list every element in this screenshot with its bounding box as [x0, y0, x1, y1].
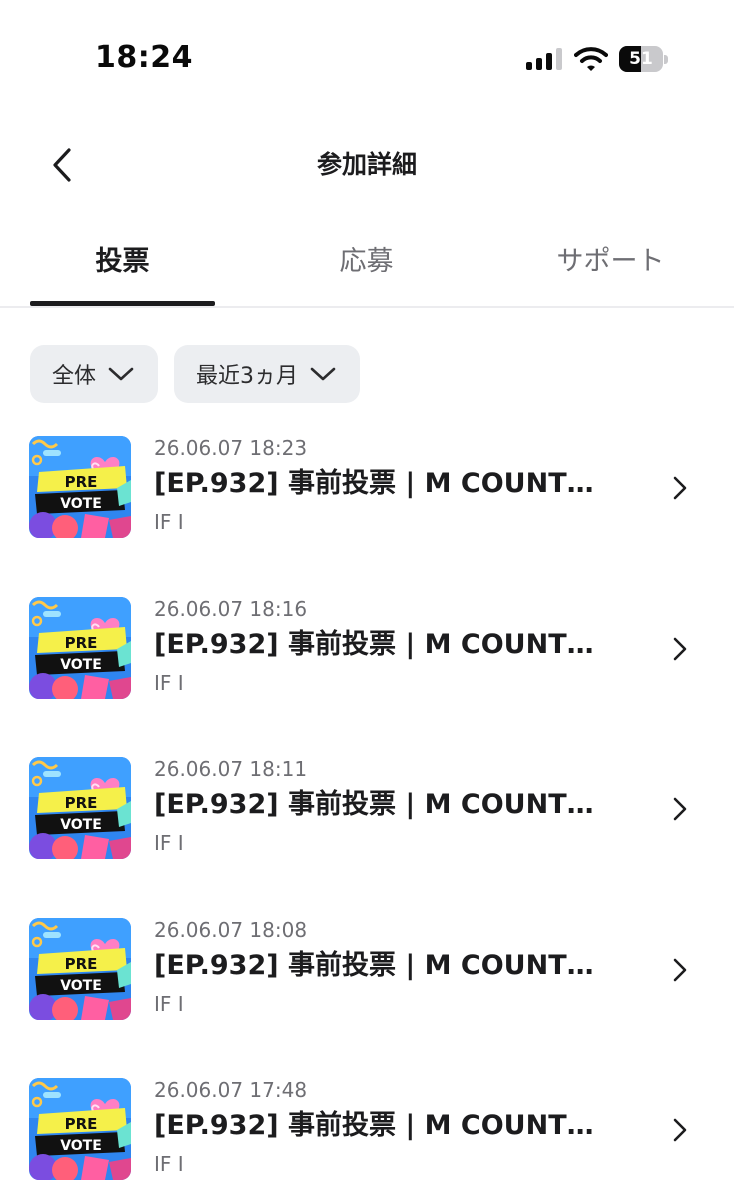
item-date: 26.06.07 18:16	[154, 596, 308, 621]
item-title: [EP.932] 事前投票 | M COUNTDOWN	[154, 1110, 616, 1141]
thumb-pre-text: PRE	[65, 473, 98, 491]
thumb-vote-text: VOTE	[60, 657, 102, 673]
battery-percent: 51	[629, 49, 653, 69]
tab-apply[interactable]: 応募	[274, 220, 459, 306]
prevote-thumbnail: PRE VOTE	[29, 757, 131, 859]
list-item[interactable]: PRE VOTE 26.06.07 18:11 [EP.932] 事前投票 | …	[0, 757, 734, 918]
item-artist: IF I	[154, 991, 184, 1016]
thumb-vote-text: VOTE	[60, 496, 102, 512]
battery-icon: 51	[619, 46, 669, 72]
item-artist: IF I	[154, 670, 184, 695]
item-title: [EP.932] 事前投票 | M COUNTDOWN	[154, 949, 616, 981]
item-artist: IF I	[154, 1152, 184, 1176]
chevron-right-icon	[673, 797, 687, 821]
chevron-right-icon	[673, 476, 687, 500]
back-button[interactable]	[40, 143, 84, 187]
chevron-right-icon	[673, 637, 687, 660]
filter-period-dropdown[interactable]: 最近3ヵ月	[174, 345, 361, 403]
prevote-thumbnail: PRE VOTE	[29, 436, 131, 538]
item-artist: IF I	[154, 831, 184, 855]
status-time: 18:24	[95, 40, 193, 75]
filter-all-label: 全体	[52, 364, 97, 389]
thumb-vote-text: VOTE	[60, 1138, 102, 1154]
list-item[interactable]: PRE VOTE 26.06.07 18:16 [EP.932] 事前投票 | …	[0, 596, 734, 758]
item-title: [EP.932] 事前投票 | M COUNTDOWN	[154, 468, 616, 499]
tab-active-indicator	[30, 301, 215, 306]
list-item[interactable]: PRE VOTE 26.06.07 18:23 [EP.932] 事前投票 | …	[0, 436, 734, 597]
signal-icon	[526, 48, 564, 70]
thumb-vote-text: VOTE	[60, 817, 102, 833]
filter-all-dropdown[interactable]: 全体	[30, 345, 159, 403]
item-date: 26.06.07 18:23	[154, 436, 308, 460]
chevron-down-icon	[108, 367, 134, 381]
wifi-icon	[574, 46, 608, 72]
prevote-thumbnail: PRE VOTE	[29, 596, 131, 699]
header: 参加詳細	[0, 125, 734, 205]
item-title: [EP.932] 事前投票 | M COUNTDOWN	[154, 628, 616, 660]
status-bar: 18:24 51	[0, 0, 734, 110]
chevron-right-icon	[673, 958, 687, 981]
filter-bar: 全体 最近3ヵ月	[30, 345, 361, 403]
participation-list: PRE VOTE 26.06.07 18:23 [EP.932] 事前投票 | …	[0, 436, 734, 1200]
list-item[interactable]: PRE VOTE 26.06.07 17:48 [EP.932] 事前投票 | …	[0, 1078, 734, 1200]
tab-support[interactable]: サポート	[518, 220, 703, 306]
item-date: 26.06.07 17:48	[154, 1078, 308, 1102]
item-date: 26.06.07 18:11	[154, 757, 308, 781]
prevote-thumbnail: PRE VOTE	[29, 917, 131, 1020]
chevron-down-icon	[310, 367, 336, 381]
tab-bar: 投票 応募 サポート	[0, 220, 734, 308]
item-date: 26.06.07 18:08	[154, 917, 308, 942]
prevote-thumbnail: PRE VOTE	[29, 1078, 131, 1180]
chevron-left-icon	[53, 148, 71, 182]
thumb-pre-text: PRE	[65, 634, 98, 652]
tab-vote[interactable]: 投票	[30, 220, 215, 306]
item-title: [EP.932] 事前投票 | M COUNTDOWN	[154, 789, 616, 820]
chevron-right-icon	[673, 1118, 687, 1142]
item-artist: IF I	[154, 510, 184, 534]
thumb-vote-text: VOTE	[60, 978, 102, 994]
thumb-pre-text: PRE	[65, 955, 98, 973]
filter-period-label: 最近3ヵ月	[196, 364, 299, 389]
thumb-pre-text: PRE	[65, 1115, 98, 1133]
page-title: 参加詳細	[316, 150, 417, 179]
list-item[interactable]: PRE VOTE 26.06.07 18:08 [EP.932] 事前投票 | …	[0, 917, 734, 1079]
thumb-pre-text: PRE	[65, 794, 98, 812]
